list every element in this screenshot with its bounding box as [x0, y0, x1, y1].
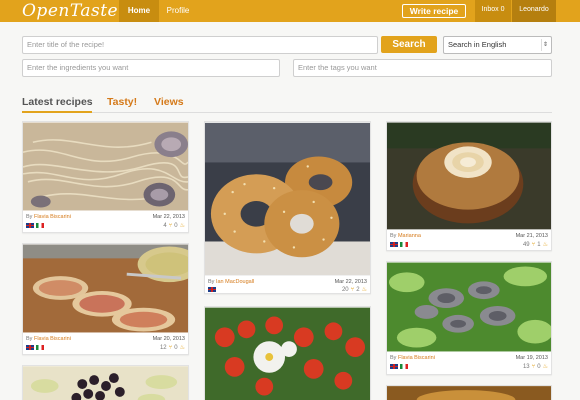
- tab-latest-recipes[interactable]: Latest recipes: [22, 96, 93, 108]
- italy-flag-icon: [400, 242, 408, 247]
- recipe-author[interactable]: Flavia Biscarini: [34, 214, 71, 220]
- tab-tasty[interactable]: Tasty!: [107, 96, 137, 108]
- recipe-stats: 20 ⑂ 2 ♨: [341, 286, 367, 294]
- nav-home[interactable]: Home: [119, 0, 159, 22]
- italy-flag-icon: [400, 364, 408, 369]
- recipe-card[interactable]: [386, 385, 552, 400]
- recipe-author-line: By Marianna: [390, 233, 421, 239]
- saves-count: 2: [356, 286, 360, 293]
- by-label: By: [208, 279, 215, 285]
- search-language-value: Search in English: [448, 40, 507, 49]
- saves-count: 0: [537, 363, 541, 370]
- opentaste-logo[interactable]: OpenTaste: [22, 1, 118, 21]
- recipe-card[interactable]: [204, 306, 371, 400]
- tab-views[interactable]: Views: [154, 96, 184, 108]
- recipe-photo[interactable]: [205, 122, 370, 276]
- recipe-photo[interactable]: [23, 244, 188, 333]
- by-label: By: [390, 355, 397, 361]
- recipe-photo[interactable]: [387, 262, 551, 352]
- likes-count: 13: [522, 363, 530, 370]
- fork-icon[interactable]: ⑂: [532, 242, 536, 248]
- recipe-author[interactable]: Ian MacDougall: [216, 279, 254, 285]
- recipe-date: Mar 22, 2013: [152, 214, 185, 220]
- language-flags: [390, 364, 408, 369]
- by-label: By: [390, 233, 397, 239]
- fork-icon[interactable]: ⑂: [351, 287, 355, 293]
- recipe-author[interactable]: Flavia Biscarini: [398, 355, 435, 361]
- recipe-date: Mar 21, 2013: [515, 233, 548, 239]
- language-flags: [390, 242, 408, 247]
- pot-icon[interactable]: ♨: [180, 222, 185, 229]
- language-flags: [208, 287, 216, 292]
- likes-count: 20: [341, 286, 349, 293]
- italy-flag-icon: [36, 345, 44, 350]
- recipe-stats: 12 ⑂ 0 ♨: [159, 344, 185, 352]
- write-recipe-button[interactable]: Write recipe: [402, 4, 466, 18]
- recipe-card[interactable]: By Flavia Biscarini Mar 19, 2013 13 ⑂ 0 ♨: [386, 261, 552, 375]
- search-button[interactable]: Search: [381, 36, 437, 53]
- recipe-stats: 49 ⑂ 1 ♨: [522, 241, 548, 249]
- recipe-card[interactable]: [22, 365, 189, 400]
- recipe-author-line: By Ian MacDougall: [208, 279, 254, 285]
- uk-flag-icon: [208, 287, 216, 292]
- recipe-stats: 4 ⑂ 0 ♨: [163, 222, 185, 230]
- tabs-divider: [22, 112, 552, 113]
- recipe-author-line: By Flavia Biscarini: [26, 214, 71, 220]
- likes-count: 4: [163, 222, 167, 229]
- recipe-author-line: By Flavia Biscarini: [390, 355, 435, 361]
- recipe-title-input[interactable]: Enter title of the recipe!: [22, 36, 378, 54]
- tags-input[interactable]: Enter the tags you want: [293, 59, 552, 77]
- uk-flag-icon: [26, 223, 34, 228]
- fork-icon[interactable]: ⑂: [532, 364, 536, 370]
- recipe-photo[interactable]: [387, 122, 551, 230]
- recipe-author[interactable]: Flavia Biscarini: [34, 336, 71, 342]
- recipe-photo[interactable]: [23, 366, 188, 400]
- recipe-card[interactable]: By Flavia Biscarini Mar 22, 2013 4 ⑂ 0 ♨: [22, 121, 189, 233]
- fork-icon[interactable]: ⑂: [169, 345, 173, 351]
- uk-flag-icon: [390, 364, 398, 369]
- recipe-card[interactable]: By Marianna Mar 21, 2013 49 ⑂ 1 ♨: [386, 121, 552, 251]
- saves-count: 1: [537, 241, 541, 248]
- saves-count: 0: [174, 222, 178, 229]
- recipe-photo[interactable]: [387, 386, 551, 400]
- recipe-author[interactable]: Marianna: [398, 233, 421, 239]
- recipe-photo[interactable]: [23, 122, 188, 211]
- search-language-select[interactable]: Search in English ⇕: [443, 36, 552, 54]
- inbox-button[interactable]: Inbox 0: [475, 0, 511, 22]
- recipe-card[interactable]: By Ian MacDougall Mar 22, 2013 20 ⑂ 2 ♨: [204, 121, 371, 294]
- by-label: By: [26, 214, 33, 220]
- recipe-photo[interactable]: [205, 307, 370, 400]
- pot-icon[interactable]: ♨: [543, 363, 548, 370]
- pot-icon[interactable]: ♨: [362, 286, 367, 293]
- top-bar: OpenTaste Home Profile Write recipe Inbo…: [0, 0, 580, 22]
- recipe-date: Mar 19, 2013: [515, 355, 548, 361]
- nav-profile[interactable]: Profile: [163, 0, 193, 22]
- recipe-date: Mar 20, 2013: [152, 336, 185, 342]
- uk-flag-icon: [26, 345, 34, 350]
- recipe-card[interactable]: By Flavia Biscarini Mar 20, 2013 12 ⑂ 0 ♨: [22, 243, 189, 355]
- ingredients-input[interactable]: Enter the ingredients you want: [22, 59, 280, 77]
- likes-count: 49: [522, 241, 530, 248]
- language-flags: [26, 223, 44, 228]
- language-flags: [26, 345, 44, 350]
- user-menu[interactable]: Leonardo: [512, 0, 556, 22]
- select-arrows-icon: ⇕: [541, 39, 549, 51]
- pot-icon[interactable]: ♨: [180, 344, 185, 351]
- recipe-author-line: By Flavia Biscarini: [26, 336, 71, 342]
- italy-flag-icon: [36, 223, 44, 228]
- recipe-date: Mar 22, 2013: [334, 279, 367, 285]
- pot-icon[interactable]: ♨: [543, 241, 548, 248]
- likes-count: 12: [159, 344, 167, 351]
- saves-count: 0: [174, 344, 178, 351]
- active-tab-indicator: [22, 111, 92, 113]
- by-label: By: [26, 336, 33, 342]
- uk-flag-icon: [390, 242, 398, 247]
- fork-icon[interactable]: ⑂: [169, 223, 173, 229]
- recipe-stats: 13 ⑂ 0 ♨: [522, 363, 548, 371]
